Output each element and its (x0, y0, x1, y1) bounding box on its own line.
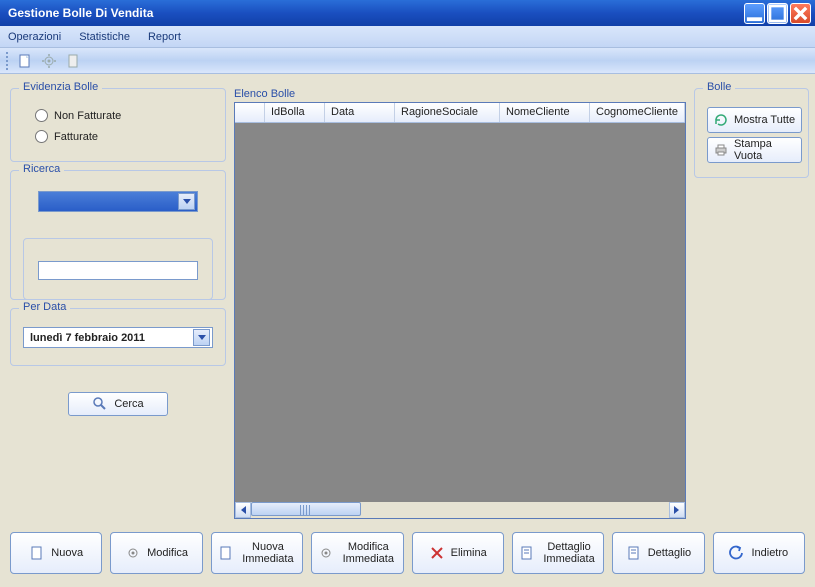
per-data-legend: Per Data (19, 301, 70, 313)
menu-bar: Operazioni Statistiche Report (0, 26, 815, 48)
menu-operazioni[interactable]: Operazioni (8, 31, 61, 43)
refresh-icon (713, 112, 729, 128)
modifica-immediata-button[interactable]: Modifica Immediata (311, 532, 403, 574)
scroll-thumb[interactable] (251, 502, 361, 516)
bolle-group: Bolle Mostra Tutte Stampa Vuota (694, 88, 809, 178)
dettaglio-immediata-button[interactable]: Dettaglio Immediata (512, 532, 604, 574)
radio-non-fatturate-input[interactable] (35, 109, 48, 122)
cerca-wrap: Cerca (10, 392, 226, 416)
bottom-bar: Nuova Modifica Nuova Immediata Modifica … (0, 529, 815, 587)
modifica-button[interactable]: Modifica (110, 532, 202, 574)
detail-icon (626, 545, 642, 561)
nuova-immediata-label: Nuova Immediata (240, 541, 296, 565)
search-icon (92, 396, 108, 412)
stampa-vuota-button[interactable]: Stampa Vuota (707, 137, 802, 163)
grid-row-selector-header[interactable] (235, 103, 265, 122)
col-idbolla[interactable]: IdBolla (265, 103, 325, 122)
date-input[interactable]: lunedì 7 febbraio 2011 (23, 327, 213, 348)
scroll-right-button[interactable] (669, 502, 685, 518)
gear-icon[interactable] (40, 52, 58, 70)
back-icon (729, 545, 745, 561)
new-icon (29, 545, 45, 561)
maximize-button[interactable] (767, 3, 788, 24)
cerca-button[interactable]: Cerca (68, 392, 168, 416)
detail-icon (519, 545, 535, 561)
new-icon (218, 545, 234, 561)
gear-icon (318, 545, 334, 561)
per-data-group: Per Data lunedì 7 febbraio 2011 (10, 308, 226, 366)
center-column: Elenco Bolle IdBolla Data RagioneSociale… (234, 88, 686, 519)
ricerca-text-group (23, 238, 213, 300)
col-data[interactable]: Data (325, 103, 395, 122)
window-title: Gestione Bolle Di Vendita (8, 6, 153, 20)
left-column: Evidenzia Bolle Non Fatturate Fatturate … (10, 88, 226, 519)
radio-fatturate-input[interactable] (35, 130, 48, 143)
grid-header: IdBolla Data RagioneSociale NomeCliente … (235, 103, 685, 123)
new-doc-icon[interactable] (16, 52, 34, 70)
right-column: Bolle Mostra Tutte Stampa Vuota (694, 88, 809, 519)
elimina-label: Elimina (451, 547, 487, 559)
grid-label: Elenco Bolle (234, 88, 686, 100)
delete-icon (429, 545, 445, 561)
nuova-button[interactable]: Nuova (10, 532, 102, 574)
radio-non-fatturate-label: Non Fatturate (54, 110, 121, 122)
ricerca-group: Ricerca (10, 170, 226, 300)
window-titlebar: Gestione Bolle Di Vendita (0, 0, 815, 26)
grid: IdBolla Data RagioneSociale NomeCliente … (234, 102, 686, 519)
toolbar (0, 48, 815, 74)
cerca-label: Cerca (114, 398, 143, 410)
nuova-label: Nuova (51, 547, 83, 559)
bolle-legend: Bolle (703, 81, 735, 93)
main-area: Evidenzia Bolle Non Fatturate Fatturate … (0, 74, 815, 529)
col-cognomecliente[interactable]: CognomeCliente (590, 103, 685, 122)
stampa-vuota-label: Stampa Vuota (734, 138, 796, 162)
dettaglio-button[interactable]: Dettaglio (612, 532, 704, 574)
radio-non-fatturate[interactable]: Non Fatturate (35, 109, 213, 122)
scroll-track[interactable] (251, 502, 669, 518)
dettaglio-immediata-label: Dettaglio Immediata (541, 541, 597, 565)
scroll-left-button[interactable] (235, 502, 251, 518)
mostra-tutte-button[interactable]: Mostra Tutte (707, 107, 802, 133)
toolbar-grip (6, 52, 10, 70)
gear-icon (125, 545, 141, 561)
ricerca-combo[interactable] (38, 191, 198, 212)
indietro-button[interactable]: Indietro (713, 532, 805, 574)
grid-hscroll (235, 502, 685, 518)
radio-fatturate-label: Fatturate (54, 131, 98, 143)
window-controls (744, 3, 811, 24)
menu-report[interactable]: Report (148, 31, 181, 43)
menu-statistiche[interactable]: Statistiche (79, 31, 130, 43)
ricerca-legend: Ricerca (19, 163, 64, 175)
modifica-immediata-label: Modifica Immediata (340, 541, 396, 565)
modifica-label: Modifica (147, 547, 188, 559)
close-button[interactable] (790, 3, 811, 24)
dettaglio-label: Dettaglio (648, 547, 691, 559)
minimize-button[interactable] (744, 3, 765, 24)
elimina-button[interactable]: Elimina (412, 532, 504, 574)
col-ragionesociale[interactable]: RagioneSociale (395, 103, 500, 122)
evidenzia-bolle-group: Evidenzia Bolle Non Fatturate Fatturate (10, 88, 226, 162)
nuova-immediata-button[interactable]: Nuova Immediata (211, 532, 303, 574)
grid-body[interactable] (235, 123, 685, 502)
evidenzia-legend: Evidenzia Bolle (19, 81, 102, 93)
doc-icon[interactable] (64, 52, 82, 70)
ricerca-text-input[interactable] (38, 261, 198, 280)
dropdown-icon[interactable] (178, 193, 195, 210)
date-value: lunedì 7 febbraio 2011 (30, 332, 145, 344)
date-dropdown-icon[interactable] (193, 329, 210, 346)
radio-fatturate[interactable]: Fatturate (35, 130, 213, 143)
mostra-tutte-label: Mostra Tutte (734, 114, 795, 126)
print-icon (713, 142, 729, 158)
indietro-label: Indietro (751, 547, 788, 559)
col-nomecliente[interactable]: NomeCliente (500, 103, 590, 122)
